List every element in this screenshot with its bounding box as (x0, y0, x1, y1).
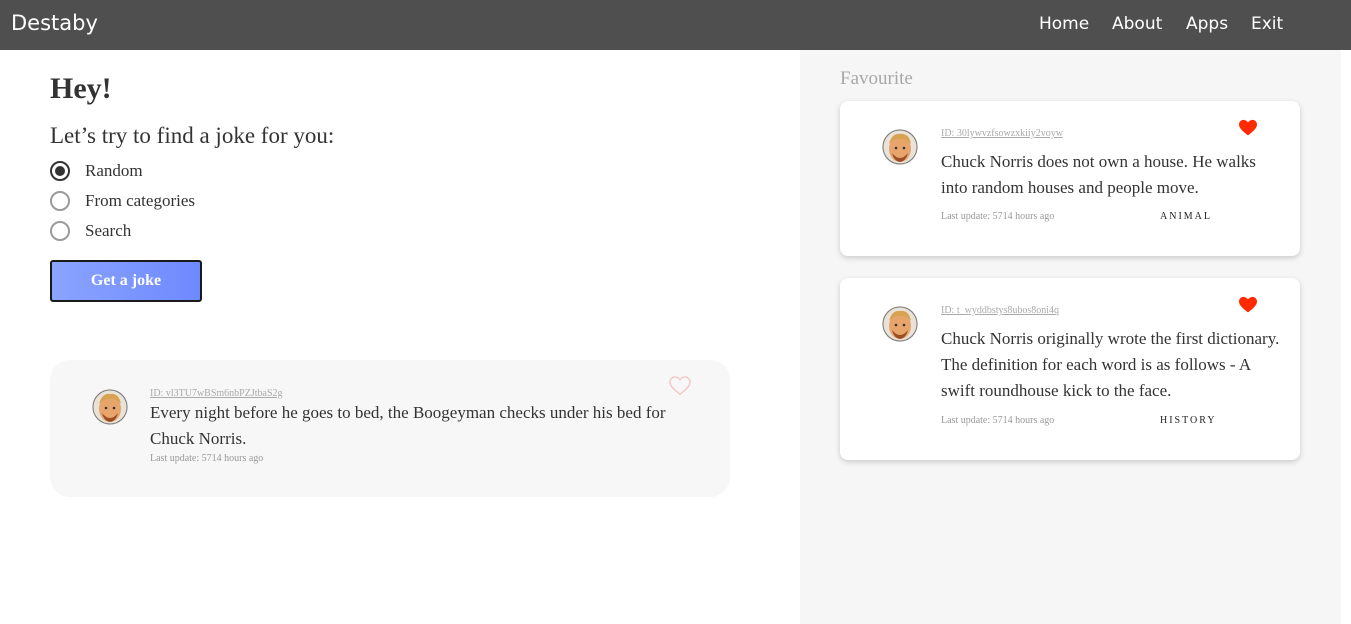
joke-id-link[interactable]: ID: 30lywvzfsowzxkiiy2voyw (941, 128, 1063, 139)
joke-id-link[interactable]: ID: vl3TU7wBSm6nbPZJtbaS2g (150, 388, 283, 399)
brand-logo[interactable]: Destaby (11, 11, 98, 35)
radio-label-categories: From categories (85, 191, 195, 210)
favourite-card: ID: t_wyddbstys8ubos8oni4q Chuck Norris … (840, 278, 1300, 460)
prompt-text: Let’s try to find a joke for you: (50, 123, 335, 148)
scrollbar-track[interactable] (1341, 50, 1351, 624)
category-label: HISTORY (1160, 415, 1217, 426)
nav-apps[interactable]: Apps (1186, 14, 1228, 34)
top-navigation-bar: Destaby Home About Apps Exit (0, 0, 1351, 50)
page-title: Hey! (50, 72, 112, 105)
radio-random[interactable]: Random (50, 160, 143, 182)
joke-card: ID: vl3TU7wBSm6nbPZJtbaS2g Every night b… (50, 360, 730, 497)
heart-filled-icon[interactable] (1238, 119, 1258, 137)
radio-button-checked[interactable] (50, 161, 70, 181)
radio-button[interactable] (50, 191, 70, 211)
joke-last-update: Last update: 5714 hours ago (150, 453, 264, 464)
nav-exit[interactable]: Exit (1251, 14, 1283, 34)
nav-about[interactable]: About (1112, 14, 1162, 34)
get-joke-button[interactable]: Get a joke (50, 260, 202, 302)
chuck-norris-avatar-icon (882, 306, 918, 342)
joke-id-link[interactable]: ID: t_wyddbstys8ubos8oni4q (941, 305, 1059, 316)
heart-outline-icon[interactable] (669, 376, 691, 396)
favourite-card: ID: 30lywvzfsowzxkiiy2voyw Chuck Norris … (840, 101, 1300, 256)
favourites-title: Favourite (840, 68, 913, 89)
joke-last-update: Last update: 5714 hours ago (941, 415, 1055, 426)
chuck-norris-avatar-icon (92, 389, 128, 425)
joke-text: Every night before he goes to bed, the B… (150, 403, 666, 448)
chuck-norris-avatar-icon (882, 129, 918, 165)
radio-label-random: Random (85, 161, 143, 180)
joke-text: Chuck Norris does not own a house. He wa… (941, 152, 1256, 197)
radio-search[interactable]: Search (50, 220, 131, 242)
nav-home[interactable]: Home (1039, 14, 1089, 34)
heart-filled-icon[interactable] (1238, 296, 1258, 314)
category-label: ANIMAL (1160, 211, 1212, 222)
joke-text: Chuck Norris originally wrote the first … (941, 329, 1280, 400)
joke-last-update: Last update: 5714 hours ago (941, 211, 1055, 222)
radio-label-search: Search (85, 221, 132, 240)
favourites-panel: Favourite ID: 30lywvzfsowzxkiiy2voyw Chu… (800, 50, 1341, 624)
radio-from-categories[interactable]: From categories (50, 190, 195, 212)
radio-button[interactable] (50, 221, 70, 241)
